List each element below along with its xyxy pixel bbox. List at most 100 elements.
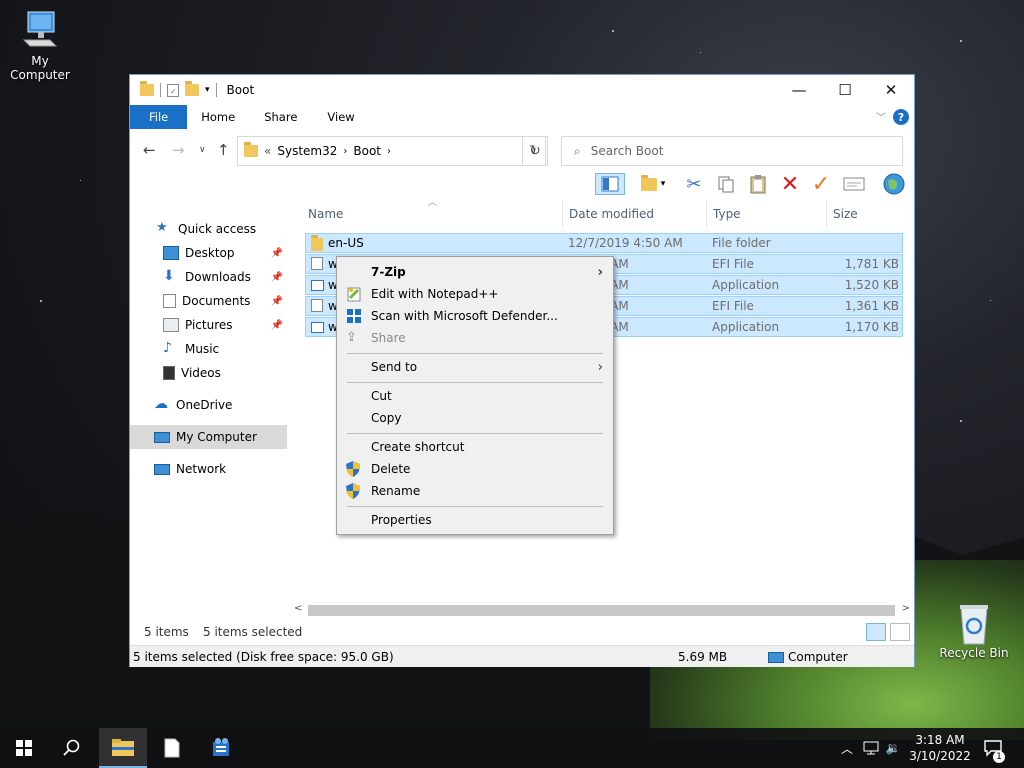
pin-icon[interactable]: 📌 xyxy=(271,272,283,283)
menu-separator xyxy=(347,382,603,383)
details-view-icon[interactable] xyxy=(866,623,886,641)
tab-share[interactable]: Share xyxy=(249,105,312,129)
new-item-icon[interactable]: ▾ xyxy=(635,173,671,195)
column-header-type[interactable]: Type xyxy=(713,207,741,221)
clock[interactable]: 3:18 AM 3/10/2022 xyxy=(902,732,978,764)
taskbar: ︿ 🔉 3:18 AM 3/10/2022 1 xyxy=(0,728,1024,768)
delete-icon[interactable]: ✕ xyxy=(778,172,802,197)
address-row: ← → ∨ ↑ « System32 › Boot › ∨ ↻ ⌕ Search… xyxy=(130,129,914,169)
minimize-button[interactable]: — xyxy=(776,75,822,105)
taskbar-app[interactable] xyxy=(197,728,245,768)
table-row[interactable]: en-US 12/7/2019 4:50 AM File folder xyxy=(305,233,903,253)
nav-onedrive[interactable]: ☁ OneDrive xyxy=(130,393,287,417)
menu-item-edit-notepadpp[interactable]: Edit with Notepad++ xyxy=(337,283,613,305)
pin-icon[interactable]: 📌 xyxy=(271,320,283,331)
chevron-up-icon[interactable]: ︿ xyxy=(838,728,856,768)
nav-quick-access[interactable]: ★ Quick access xyxy=(130,217,287,241)
address-bar[interactable]: « System32 › Boot › ∨ xyxy=(237,136,546,166)
pin-icon[interactable]: 📌 xyxy=(271,296,283,307)
desktop-icon-my-computer[interactable]: My Computer xyxy=(0,10,80,82)
customize-qat-icon[interactable]: ▾ xyxy=(205,85,210,95)
properties-icon[interactable]: ✓ xyxy=(167,83,179,97)
nav-music[interactable]: ♪ Music xyxy=(130,337,287,361)
nav-network[interactable]: Network xyxy=(130,457,287,481)
new-folder-icon[interactable] xyxy=(185,81,199,96)
menu-item-cut[interactable]: Cut xyxy=(337,385,613,407)
folder-icon xyxy=(140,81,154,96)
file-explorer-icon xyxy=(112,739,134,756)
taskbar-file-explorer[interactable] xyxy=(99,728,147,768)
search-box[interactable]: ⌕ Search Boot xyxy=(561,136,903,166)
notifications-button[interactable]: 1 xyxy=(978,728,1008,768)
preview-pane-icon[interactable] xyxy=(595,173,625,195)
computer-icon xyxy=(20,10,60,50)
network-status-icon[interactable] xyxy=(860,728,882,768)
refresh-button[interactable]: ↻ xyxy=(522,136,548,166)
menu-item-share[interactable]: ⇪ Share xyxy=(337,327,613,349)
recycle-bin-icon xyxy=(954,602,994,645)
tab-file[interactable]: File xyxy=(130,105,188,129)
taskbar-notepad[interactable] xyxy=(148,728,196,768)
computer-icon xyxy=(768,652,784,663)
horizontal-scrollbar[interactable]: < > xyxy=(290,602,914,618)
notification-count: 1 xyxy=(993,751,1005,763)
column-header-date[interactable]: Date modified xyxy=(569,207,654,221)
forward-icon[interactable]: → xyxy=(172,141,185,159)
scroll-right-icon[interactable]: > xyxy=(902,603,910,614)
cut-icon[interactable]: ✂ xyxy=(682,173,706,195)
chevron-right-icon[interactable]: › xyxy=(343,146,347,157)
menu-item-create-shortcut[interactable]: Create shortcut xyxy=(337,436,613,458)
menu-item-rename[interactable]: Rename xyxy=(337,480,613,502)
nav-my-computer[interactable]: My Computer xyxy=(130,425,287,449)
scroll-left-icon[interactable]: < xyxy=(294,603,302,614)
title-bar[interactable]: ✓ ▾ Boot — ☐ ✕ xyxy=(130,75,914,105)
item-count: 5 items xyxy=(144,625,189,639)
paste-icon[interactable] xyxy=(746,173,770,195)
search-button[interactable] xyxy=(48,728,96,768)
menu-item-copy[interactable]: Copy xyxy=(337,407,613,429)
breadcrumb-system32[interactable]: System32 xyxy=(277,144,337,158)
tab-view[interactable]: View xyxy=(312,105,369,129)
nav-documents[interactable]: Documents 📌 xyxy=(130,289,287,313)
menu-item-send-to[interactable]: Send to › xyxy=(337,356,613,378)
nav-pictures[interactable]: Pictures 📌 xyxy=(130,313,287,337)
chevron-down-icon[interactable]: ﹀ xyxy=(876,109,886,124)
close-button[interactable]: ✕ xyxy=(868,75,914,105)
desktop-icon-recycle-bin[interactable]: Recycle Bin xyxy=(934,602,1014,660)
document-icon xyxy=(164,738,180,758)
breadcrumb-boot[interactable]: Boot xyxy=(353,144,381,158)
maximize-button[interactable]: ☐ xyxy=(822,75,868,105)
column-header-name[interactable]: Name xyxy=(308,207,343,221)
start-button[interactable] xyxy=(0,728,48,768)
large-icons-view-icon[interactable] xyxy=(890,623,910,641)
app-icon xyxy=(311,322,324,333)
menu-item-scan-defender[interactable]: Scan with Microsoft Defender... xyxy=(337,305,613,327)
column-header-size[interactable]: Size xyxy=(833,207,858,221)
documents-icon xyxy=(163,294,176,308)
copy-icon[interactable] xyxy=(714,173,738,195)
scrollbar-thumb[interactable] xyxy=(308,605,895,616)
volume-icon[interactable]: 🔉 xyxy=(883,728,903,768)
menu-item-7zip[interactable]: 7-Zip › xyxy=(337,261,613,283)
nav-videos[interactable]: Videos xyxy=(130,361,287,385)
shield-icon xyxy=(346,483,362,499)
rename-icon[interactable]: ✓ xyxy=(809,172,833,197)
back-icon[interactable]: ← xyxy=(143,141,156,159)
up-icon[interactable]: ↑ xyxy=(217,141,230,159)
menu-item-properties[interactable]: Properties xyxy=(337,509,613,531)
menu-item-delete[interactable]: Delete xyxy=(337,458,613,480)
pin-icon[interactable]: 📌 xyxy=(271,248,283,259)
properties-icon[interactable] xyxy=(842,173,866,195)
sort-arrow-icon: ︿ xyxy=(428,198,438,208)
quick-access-toolbar: ✓ ▾ xyxy=(130,81,217,97)
recent-locations-icon[interactable]: ∨ xyxy=(199,145,206,155)
selected-count: 5 items selected xyxy=(203,625,303,639)
nav-desktop[interactable]: Desktop 📌 xyxy=(130,241,287,265)
chevron-right-icon[interactable]: › xyxy=(387,146,391,157)
menu-separator xyxy=(347,353,603,354)
globe-icon[interactable] xyxy=(882,173,906,195)
address-prefix[interactable]: « xyxy=(264,144,271,158)
help-icon[interactable]: ? xyxy=(893,109,909,125)
tab-home[interactable]: Home xyxy=(187,105,249,129)
nav-downloads[interactable]: ⬇ Downloads 📌 xyxy=(130,265,287,289)
